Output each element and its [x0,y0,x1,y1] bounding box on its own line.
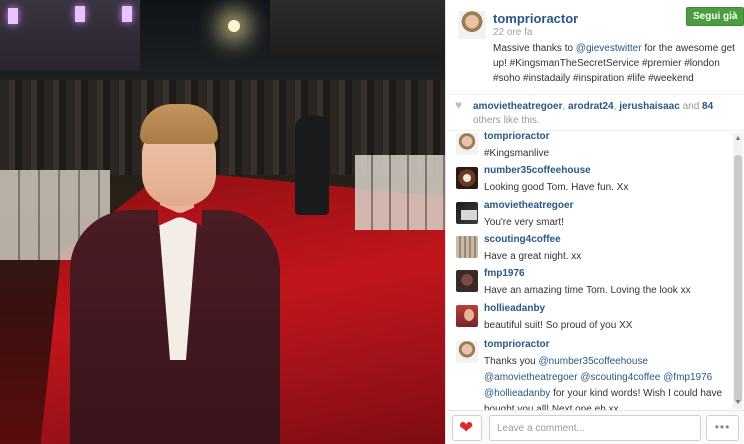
scroll-thumb[interactable] [734,155,742,403]
commenter-avatar[interactable] [456,305,478,327]
post-photo[interactable] [0,0,445,444]
comment-text: #Kingsmanlive [484,148,550,159]
scroll-up-icon[interactable]: ▲ [734,135,742,143]
more-options-button[interactable]: ••• [706,415,739,441]
commenter-username[interactable]: tomprioractor [484,131,550,142]
like-user-link[interactable]: arodrat24 [568,101,614,112]
like-user-link[interactable]: jerushaisaac [619,101,680,112]
likes-tail: others like this. [473,115,540,126]
caption-mention[interactable]: @gievestwitter [576,43,642,54]
likes-count[interactable]: 84 [702,101,713,112]
commenter-avatar[interactable] [456,236,478,258]
commenter-username[interactable]: fmp1976 [484,268,525,279]
comment-mention[interactable]: @fmp1976 [663,372,712,383]
post-sidebar: tomprioractor 22 ore fa Segui già Massiv… [445,0,744,444]
post-timestamp[interactable]: 22 ore fa [493,27,532,38]
commenter-username[interactable]: hollieadanby [484,303,545,314]
comment-mention[interactable]: @scouting4coffee [580,372,660,383]
commenter-avatar[interactable] [456,202,478,224]
comment-text: beautiful suit! So proud of you XX [484,320,633,331]
comments-scrollbar[interactable]: ▲ ▼ [733,133,743,409]
commenter-username[interactable]: scouting4coffee [484,234,561,245]
heart-icon: ❤ [459,418,474,437]
comment-input[interactable] [489,415,701,441]
commenter-username[interactable]: amovietheatregoer [484,200,573,211]
commenter-avatar[interactable] [456,341,478,363]
commenter-username[interactable]: number35coffeehouse [484,165,591,176]
author-username[interactable]: tomprioractor [493,11,578,26]
likes-summary: ♥ amovietheatregoer, arodrat24, jerushai… [446,95,744,131]
comment-text: Have a great night. xx [484,251,582,262]
scroll-down-icon[interactable]: ▼ [734,399,742,407]
post-header: tomprioractor 22 ore fa Segui già Massiv… [446,0,744,95]
author-avatar[interactable] [458,11,486,39]
reply-text-start: Thanks you [484,356,539,367]
comment-footer: ❤ ••• [446,410,744,444]
comment-text: You're very smart! [484,217,564,228]
post-caption: Massive thanks to @gievestwitter for the… [493,41,739,86]
comment-mention[interactable]: @amovietheatregoer [484,372,578,383]
commenter-username[interactable]: tomprioractor [484,339,550,350]
comment-text: Thanks you @number35coffeehouse @amoviet… [484,354,734,410]
comment-text: Have an amazing time Tom. Loving the loo… [484,285,691,296]
likes-and: and [679,101,703,112]
comment-mention[interactable]: @number35coffeehouse [538,356,648,367]
commenter-avatar[interactable] [456,167,478,189]
comment-text: Looking good Tom. Have fun. Xx [484,182,629,193]
heart-icon: ♥ [455,98,463,112]
comment-mention[interactable]: @hollieadanby [484,388,550,399]
like-button[interactable]: ❤ [452,415,482,441]
caption-text-start: Massive thanks to [493,43,576,54]
commenter-avatar[interactable] [456,270,478,292]
follow-button[interactable]: Segui già [686,7,744,26]
comments-list: tomprioractor #Kingsmanlive number35coff… [446,131,744,410]
commenter-avatar[interactable] [456,133,478,155]
like-user-link[interactable]: amovietheatregoer [473,101,562,112]
photo-subject [70,100,290,444]
